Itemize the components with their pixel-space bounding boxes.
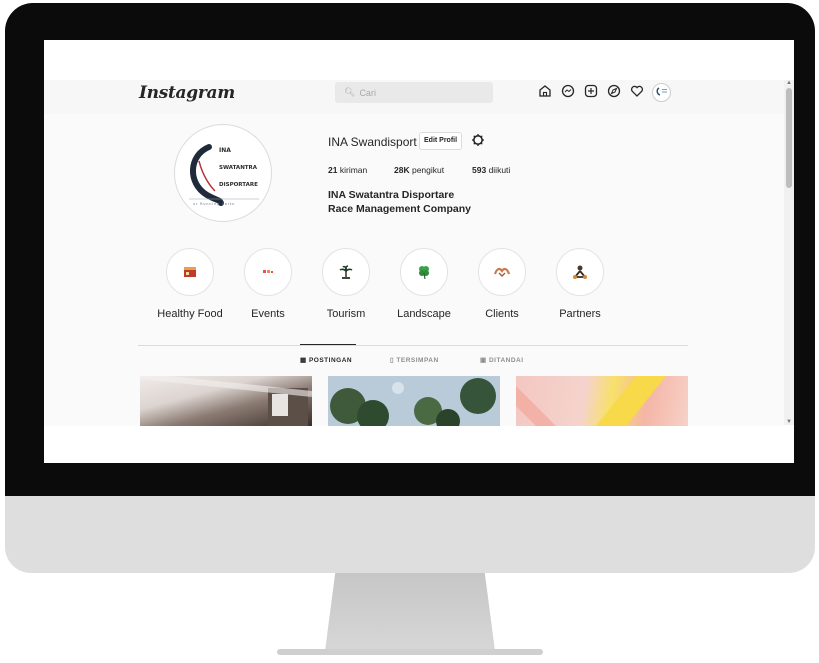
profile-avatar[interactable] [652,82,671,102]
scrollbar-thumb[interactable] [786,88,792,188]
search-icon: 🔍︎ [344,87,356,97]
screen-bottom-area [44,426,784,463]
avatar-text-swatantra: SWATANTRA [219,165,258,171]
vertical-scrollbar[interactable]: ▲ ▼ [784,80,794,425]
new-post-icon[interactable] [583,84,599,100]
profile-full-name: INA Swatantra Disportare Race Management… [328,188,471,216]
avatar-tagline: ur Running Partn [193,202,236,206]
scroll-up-arrow[interactable]: ▲ [786,80,792,86]
post-thumbnail[interactable] [140,376,312,426]
highlight-partners[interactable]: Partners [556,248,604,320]
search-box[interactable]: 🔍︎ Cari [335,82,493,103]
tab-tagged-label: DITANDAI [488,357,524,364]
tab-saved[interactable]: ▯ TERSIMPAN [390,356,439,364]
palm-tree-icon [322,248,370,296]
instagram-logo[interactable]: Instagram [139,83,235,103]
following-count[interactable]: 593 diikuti [472,165,510,175]
post-image [516,376,666,426]
profile-username: INA Swandisport [328,135,417,149]
handshake-icon [478,248,526,296]
followers-count[interactable]: 28K pengikut [394,165,444,175]
heart-icon[interactable] [629,84,645,100]
explore-icon[interactable] [606,84,622,100]
tab-saved-label: TERSIMPAN [396,357,439,364]
highlight-tourism[interactable]: Tourism [322,248,370,320]
grid-icon: ▦ [300,357,309,364]
post-thumbnail[interactable] [516,376,688,426]
food-icon [166,248,214,296]
post-thumbnail[interactable] [328,376,500,426]
events-icon [244,248,292,296]
monitor-chin [5,496,815,573]
search-placeholder: Cari [359,87,376,98]
partners-icon [556,248,604,296]
followers-label: pengikut [411,165,445,175]
post-image [140,376,312,426]
highlight-healthy-food[interactable]: Healthy Food [157,248,223,320]
nav-icons [537,82,678,102]
full-name-line1: INA Swatantra Disportare [328,189,455,201]
stand-foot [277,649,543,655]
profile-avatar-large[interactable]: INA SWATANTRA DISPORTARE ur Running Part… [174,124,272,222]
highlight-events[interactable]: Events [244,248,292,320]
avatar-text-ina: INA [219,147,231,154]
gear-icon[interactable] [471,133,485,147]
following-value: 593 [472,165,487,175]
highlight-label: Partners [559,308,601,320]
stand-neck [325,573,495,651]
edit-profile-button[interactable]: Edit Profil [419,132,463,150]
posts-label: kiriman [339,165,368,175]
posts-value: 21 [328,165,338,175]
monitor-stand [277,573,543,655]
post-image [330,378,496,426]
highlight-clients[interactable]: Clients [478,248,526,320]
tab-posts-label: POSTINGAN [308,357,353,364]
highlight-landscape[interactable]: Landscape [397,248,451,320]
posts-count: 21 kiriman [328,165,367,175]
avatar-text-disportare: DISPORTARE [219,182,258,188]
messenger-icon[interactable] [560,84,576,100]
scroll-down-arrow[interactable]: ▼ [786,419,792,425]
home-icon[interactable] [537,84,553,100]
full-name-line2: Race Management Company [328,203,471,215]
active-tab-indicator [300,344,356,345]
tabs-divider [138,345,688,346]
tag-icon: ▣ [480,357,489,364]
brand-logo-graphic [189,144,259,206]
followers-value: 28K [394,165,410,175]
tab-posts[interactable]: ▦ POSTINGAN [300,356,352,364]
browser-screen: Instagram 🔍︎ Cari INA SWATANTRA DISPORTA… [44,40,794,463]
tab-tagged[interactable]: ▣ DITANDAI [480,356,524,364]
following-label: diikuti [488,165,511,175]
clover-icon [400,248,448,296]
